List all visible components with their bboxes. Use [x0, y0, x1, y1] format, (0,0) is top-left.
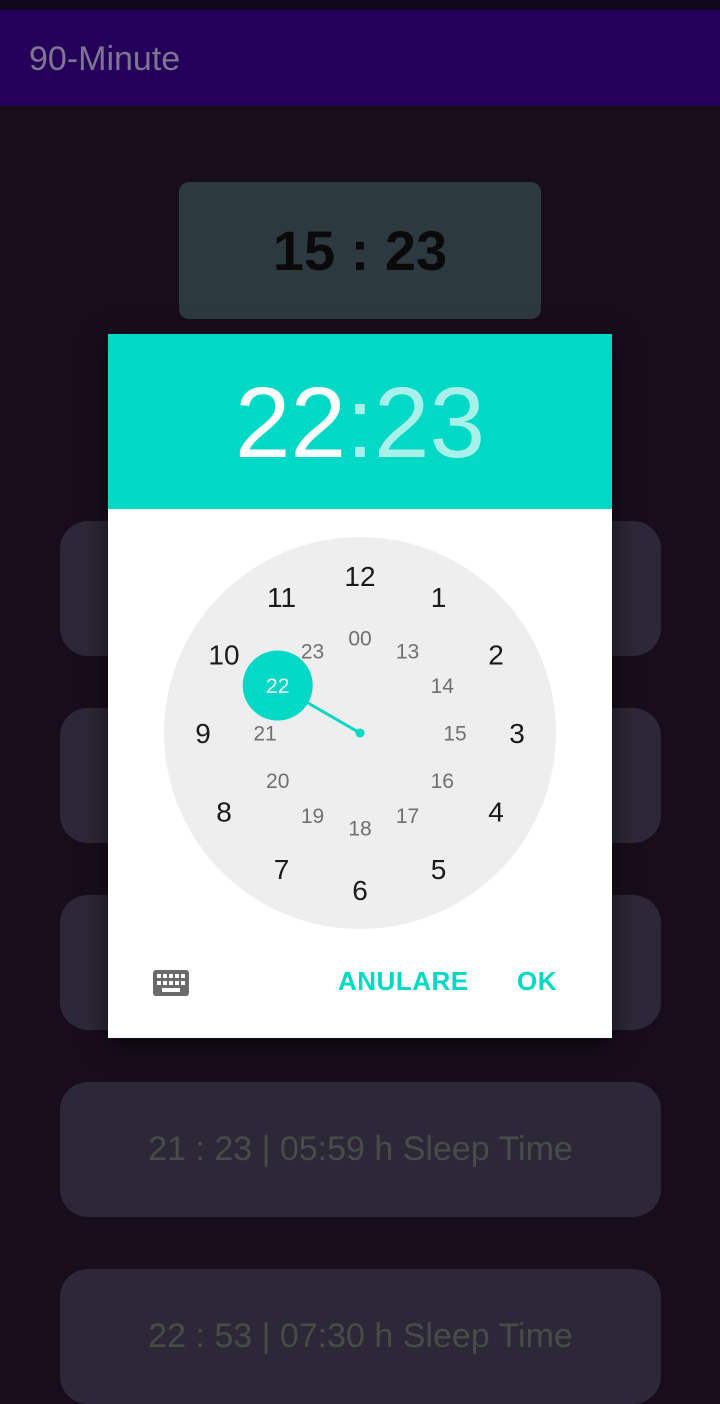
clock-hour-2[interactable]: 2 — [488, 640, 504, 671]
clock-hour-00[interactable]: 00 — [348, 628, 371, 651]
clock-hour-17[interactable]: 17 — [396, 805, 419, 828]
time-picker-dialog: 22:23 12 1 2 3 4 5 6 7 8 9 10 11 00 13 14 15 16 17 18 19 20… — [108, 334, 612, 1038]
clock-hour-19[interactable]: 19 — [301, 805, 324, 828]
status-bar — [0, 0, 720, 10]
keyboard-icon[interactable] — [153, 970, 189, 996]
clock-hour-11[interactable]: 11 — [267, 582, 296, 613]
clock-hour-3[interactable]: 3 — [509, 718, 525, 749]
app-title: 90-Minute — [29, 40, 181, 78]
current-time-display[interactable]: 15 : 23 — [179, 182, 541, 319]
clock-hour-22[interactable]: 22 — [266, 675, 289, 698]
clock-hour-12[interactable]: 12 — [344, 561, 375, 592]
time-separator: : — [346, 367, 374, 479]
clock-hour-18[interactable]: 18 — [348, 818, 371, 841]
time-picker-header: 22:23 — [108, 334, 612, 509]
clock-center-dot — [355, 728, 365, 738]
clock-hour-5[interactable]: 5 — [431, 854, 447, 885]
clock-hour-16[interactable]: 16 — [431, 770, 454, 793]
ok-button[interactable]: OK — [517, 966, 557, 997]
clock-hour-7[interactable]: 7 — [274, 854, 290, 885]
clock-hour-23[interactable]: 23 — [301, 640, 324, 663]
clock-hour-20[interactable]: 20 — [266, 770, 289, 793]
clock-hour-10[interactable]: 10 — [208, 640, 239, 671]
clock-hour-13[interactable]: 13 — [396, 640, 419, 663]
clock-hour-8[interactable]: 8 — [216, 797, 232, 828]
sleep-time-card[interactable]: 22 : 53 | 07:30 h Sleep Time — [60, 1269, 661, 1404]
selected-time: 22:23 — [108, 368, 612, 478]
clock-hour-21[interactable]: 21 — [253, 723, 276, 746]
minute-display[interactable]: 23 — [374, 367, 485, 479]
sleep-time-card[interactable]: 21 : 23 | 05:59 h Sleep Time — [60, 1082, 661, 1217]
clock-hour-14[interactable]: 14 — [431, 675, 455, 698]
hour-display[interactable]: 22 — [235, 367, 346, 479]
clock-hour-4[interactable]: 4 — [488, 797, 504, 828]
app-bar: 90-Minute — [0, 10, 720, 106]
clock-hour-6[interactable]: 6 — [352, 875, 368, 906]
clock-hour-1[interactable]: 1 — [431, 582, 447, 613]
clock-hour-9[interactable]: 9 — [195, 718, 211, 749]
clock-face[interactable]: 121234567891011 001314151617181920212223 — [164, 537, 556, 929]
cancel-button[interactable]: ANULARE — [338, 966, 469, 997]
clock-hour-15[interactable]: 15 — [443, 723, 466, 746]
